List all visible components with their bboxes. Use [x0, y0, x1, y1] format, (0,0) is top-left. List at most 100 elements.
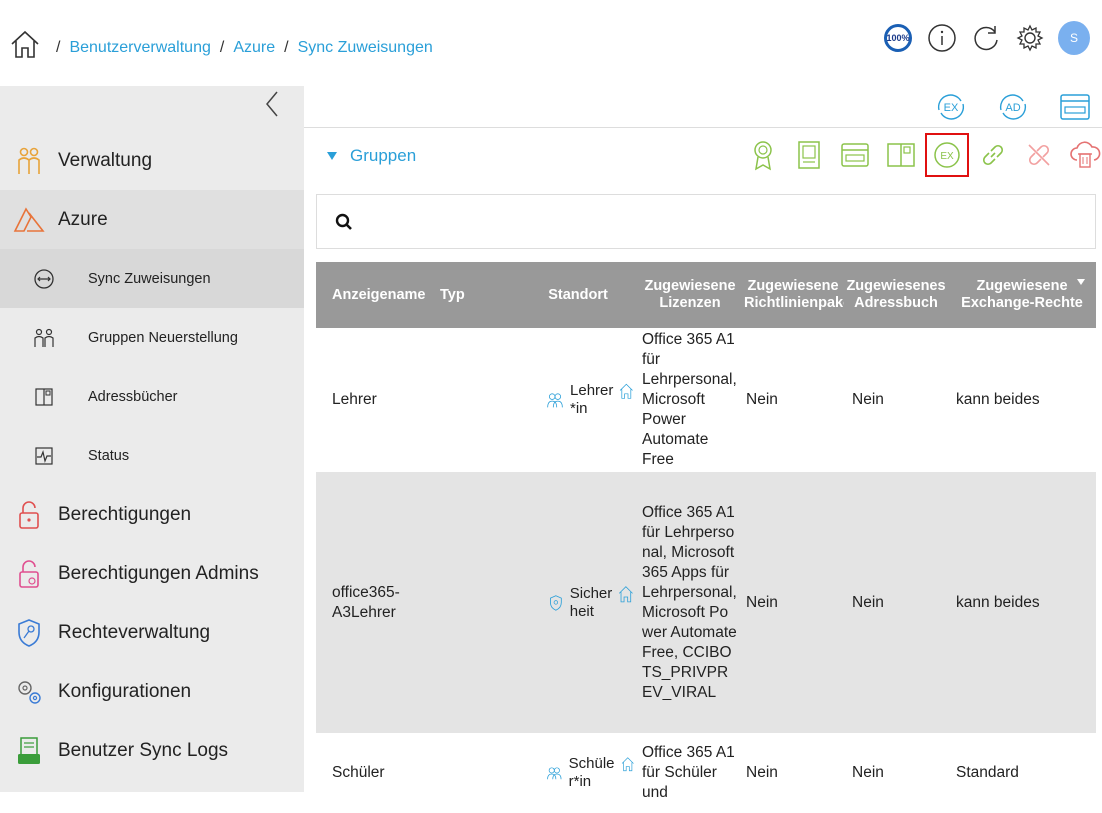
- column-header-exchange-rechte[interactable]: Zugewiesene Exchange-Rechte: [948, 262, 1096, 328]
- table-row[interactable]: Schüler Schüle r*in Office 365 A1 für Sc…: [316, 733, 1096, 813]
- sidebar-item-label: Status: [88, 447, 130, 464]
- groups-table: Anzeigename Typ Standort Zugewiesene Liz…: [316, 262, 1096, 813]
- collapse-sidebar-icon[interactable]: [262, 88, 282, 120]
- search-bar: [316, 194, 1096, 249]
- ad-sync-label: AD: [1005, 102, 1020, 114]
- group-actions: EX: [746, 133, 1102, 177]
- cell-addressbook: Nein: [852, 593, 884, 611]
- sidebar-item-label: Benutzer Sync Logs: [58, 739, 229, 761]
- console-window-icon: [1060, 93, 1090, 120]
- unlink-action-button[interactable]: [1022, 138, 1056, 172]
- column-header-standort[interactable]: Standort: [518, 262, 638, 328]
- header-icons: 100% S: [882, 21, 1090, 55]
- cloud-delete-action-button[interactable]: [1068, 138, 1102, 172]
- sidebar-item-rechteverwaltung[interactable]: Rechteverwaltung: [0, 603, 304, 662]
- sidebar-item-label: Berechtigungen: [58, 503, 192, 525]
- search-input[interactable]: [363, 213, 1095, 230]
- cell-name: Schüler: [332, 764, 385, 781]
- gears-icon: [0, 677, 58, 707]
- lock-open-icon: [0, 500, 58, 530]
- console-window-icon: [841, 143, 869, 167]
- column-header-lizenzen[interactable]: Zugewiesene Lizenzen: [638, 262, 742, 328]
- cell-policy: Nein: [746, 764, 778, 781]
- sidebar-item-adressbuecher[interactable]: Adressbücher: [0, 367, 304, 426]
- exchange-sync-button[interactable]: EX: [932, 91, 970, 123]
- breadcrumb-sync-zuweisungen[interactable]: Sync Zuweisungen: [298, 39, 433, 57]
- cell-type-location: Sicher heit: [438, 472, 638, 733]
- sidebar-item-label: Rechteverwaltung: [58, 621, 211, 643]
- info-button[interactable]: [926, 22, 958, 54]
- cell-type-location: Schüle r*in: [438, 733, 638, 813]
- address-book-action-button[interactable]: [884, 138, 918, 172]
- cell-exchange: Standard: [956, 764, 1019, 781]
- address-book-icon: [0, 386, 88, 408]
- avatar: S: [1058, 21, 1090, 55]
- sidebar-item-sync-zuweisungen[interactable]: Sync Zuweisungen: [0, 249, 304, 308]
- unlink-icon: [1028, 144, 1050, 166]
- column-header-exchange-rechte-label: Zugewiesene Exchange-Rechte: [961, 278, 1083, 311]
- admin-lock-icon: [0, 559, 58, 589]
- sidebar-item-label: Sync Zuweisungen: [88, 270, 211, 287]
- cell-policy: Nein: [746, 593, 778, 611]
- policy-document-icon: [798, 141, 820, 169]
- settings-button[interactable]: [1014, 22, 1046, 54]
- zoom-button[interactable]: 100%: [882, 22, 914, 54]
- breadcrumb-benutzerverwaltung[interactable]: Benutzerverwaltung: [69, 39, 210, 57]
- type-label: Schüle r*in: [568, 755, 615, 790]
- sidebar-item-berechtigungen-admins[interactable]: Berechtigungen Admins: [0, 544, 304, 603]
- breadcrumb-azure[interactable]: Azure: [233, 39, 275, 57]
- cell-addressbook: Nein: [852, 391, 884, 408]
- link-action-button[interactable]: [976, 138, 1010, 172]
- student-group-icon: [547, 767, 562, 780]
- sidebar-item-berechtigungen[interactable]: Berechtigungen: [0, 485, 304, 544]
- pulse-icon: [0, 445, 88, 467]
- sidebar: Verwaltung Azure Sync Zuweisungen Gruppe…: [0, 86, 304, 792]
- exchange-sync-icon: EX: [937, 93, 965, 120]
- search-icon: [335, 213, 352, 230]
- column-header-anzeigename[interactable]: Anzeigename: [316, 262, 438, 328]
- home-icon[interactable]: [8, 27, 42, 61]
- ad-sync-button[interactable]: AD: [994, 91, 1032, 123]
- cell-licenses: Office 365 A1 für Schüler und: [642, 744, 735, 801]
- groups-section-header: Gruppen EX: [304, 132, 1102, 180]
- gear-icon: [1016, 24, 1044, 52]
- console-action-button[interactable]: [838, 138, 872, 172]
- link-icon: [982, 144, 1004, 166]
- column-header-adressbuch[interactable]: Zugewiesenes Adressbuch: [844, 262, 948, 328]
- top-bar: / Benutzerverwaltung / Azure / Sync Zuwe…: [0, 0, 1102, 86]
- policy-action-button[interactable]: [792, 138, 826, 172]
- column-header-richtlinienpaket[interactable]: Zugewiesene Richtlinienpaket: [742, 262, 844, 328]
- caret-down-icon: [327, 152, 337, 160]
- sidebar-item-azure[interactable]: Azure: [0, 190, 304, 249]
- console-button[interactable]: [1056, 91, 1094, 123]
- sidebar-item-benutzer-sync-logs[interactable]: Benutzer Sync Logs: [0, 721, 304, 780]
- column-header-typ[interactable]: Typ: [438, 262, 518, 328]
- sidebar-item-status[interactable]: Status: [0, 426, 304, 485]
- group-add-icon: [0, 327, 88, 349]
- license-action-button[interactable]: [746, 138, 780, 172]
- cell-name: office365-A3Lehrer: [332, 583, 400, 621]
- table-row[interactable]: office365-A3Lehrer Sicher heit Office 36…: [316, 472, 1096, 733]
- exchange-rights-action-button[interactable]: EX: [925, 133, 969, 177]
- type-label: Sicher heit: [569, 584, 613, 620]
- refresh-icon: [974, 26, 998, 51]
- main-toolbar: EX AD: [304, 86, 1102, 128]
- cell-addressbook: Nein: [852, 764, 884, 781]
- address-book-icon: [887, 143, 915, 167]
- location-home-icon[interactable]: [619, 376, 634, 406]
- sort-caret-icon[interactable]: [1076, 278, 1086, 286]
- sidebar-item-konfigurationen[interactable]: Konfigurationen: [0, 662, 304, 721]
- table-row[interactable]: Lehrer Lehrer *in Office 365 A1 für Lehr…: [316, 328, 1096, 472]
- sidebar-item-label: Gruppen Neuerstellung: [88, 329, 238, 346]
- sidebar-item-verwaltung[interactable]: Verwaltung: [0, 131, 304, 190]
- cell-type-location: Lehrer *in: [438, 328, 638, 472]
- location-home-icon[interactable]: [618, 579, 634, 609]
- breadcrumb-separator: /: [284, 39, 289, 56]
- user-menu-button[interactable]: S: [1058, 21, 1090, 55]
- sidebar-item-label: Azure: [58, 208, 108, 230]
- azure-icon: [0, 206, 58, 233]
- sidebar-item-gruppen-neuerstellung[interactable]: Gruppen Neuerstellung: [0, 308, 304, 367]
- groups-toggle[interactable]: Gruppen: [326, 146, 416, 166]
- location-home-icon[interactable]: [621, 749, 635, 779]
- refresh-button[interactable]: [970, 22, 1002, 54]
